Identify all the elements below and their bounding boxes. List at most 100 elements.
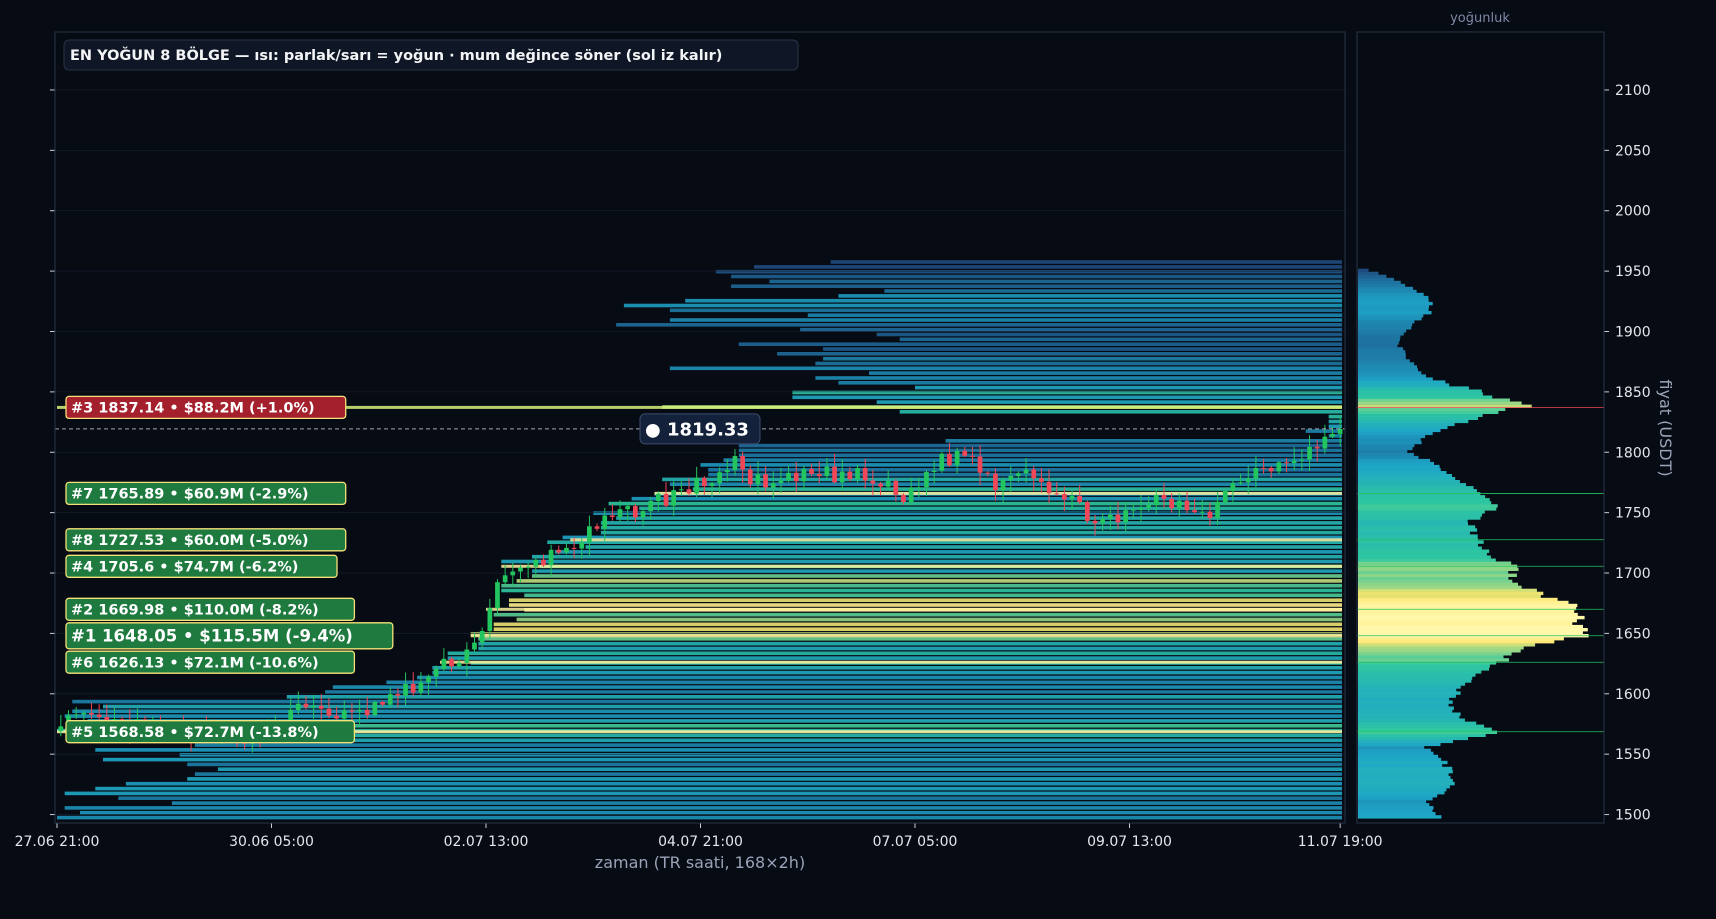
density-bar bbox=[1358, 712, 1461, 716]
density-bar bbox=[1358, 760, 1448, 765]
candle-body bbox=[1161, 494, 1167, 499]
candle-body bbox=[778, 480, 784, 484]
density-bar bbox=[1358, 362, 1415, 366]
density-bar bbox=[1358, 806, 1434, 810]
candle-body bbox=[1138, 507, 1144, 510]
y-tick-label: 1700 bbox=[1615, 566, 1651, 582]
zone-trace-line bbox=[570, 538, 1342, 542]
density-bar bbox=[1358, 480, 1460, 484]
density-bar bbox=[1358, 682, 1466, 686]
density-bar bbox=[1358, 797, 1433, 801]
heat-band bbox=[807, 313, 1343, 317]
density-bar bbox=[1358, 474, 1452, 478]
density-bar bbox=[1358, 407, 1506, 411]
heat-band bbox=[179, 753, 1343, 757]
candle-body bbox=[916, 487, 922, 489]
density-bar bbox=[1358, 676, 1473, 680]
heat-band bbox=[325, 690, 1343, 694]
density-bar bbox=[1358, 510, 1485, 514]
candle-body bbox=[1314, 446, 1320, 449]
density-bar bbox=[1358, 718, 1465, 722]
density-bar bbox=[1358, 392, 1483, 396]
heat-band bbox=[738, 443, 1342, 448]
x-tick-label: 27.06 21:00 bbox=[15, 834, 100, 850]
zone-label-text: #7 1765.89 • $60.9M (-2.9%) bbox=[71, 487, 309, 503]
heat-band bbox=[876, 332, 1342, 337]
candle-body bbox=[372, 702, 378, 716]
heat-band bbox=[64, 714, 1343, 718]
heat-band bbox=[823, 356, 1342, 361]
candle-body bbox=[1261, 467, 1266, 469]
heat-band bbox=[639, 506, 1342, 511]
density-bar bbox=[1358, 775, 1451, 780]
density-bar bbox=[1358, 646, 1524, 650]
heat-band bbox=[731, 284, 1342, 288]
density-bar bbox=[1358, 371, 1422, 375]
candle-body bbox=[518, 567, 523, 572]
density-bar bbox=[1358, 745, 1425, 750]
candle-body bbox=[1330, 433, 1335, 437]
heat-band bbox=[800, 327, 1342, 332]
candle-body bbox=[1115, 514, 1121, 523]
candle-body bbox=[1123, 510, 1128, 523]
candle-body bbox=[1062, 494, 1067, 500]
heat-band bbox=[715, 269, 1342, 274]
density-bar bbox=[1358, 320, 1415, 324]
density-bar bbox=[1358, 552, 1487, 556]
density-bar bbox=[1358, 727, 1492, 731]
candle-body bbox=[847, 471, 853, 480]
density-bar bbox=[1358, 546, 1482, 550]
heat-band bbox=[217, 767, 1342, 771]
current-price-value: ● 1819.33 bbox=[645, 419, 749, 440]
candle-body bbox=[564, 547, 569, 553]
density-bar bbox=[1358, 730, 1497, 734]
candle-body bbox=[1092, 520, 1098, 524]
density-bar bbox=[1358, 353, 1406, 357]
heat-band bbox=[616, 323, 1342, 327]
candle-body bbox=[770, 483, 776, 488]
candle-body bbox=[1291, 460, 1297, 463]
candle-body bbox=[311, 705, 316, 708]
density-bar bbox=[1358, 649, 1521, 653]
density-bar bbox=[1358, 356, 1406, 360]
heat-band bbox=[286, 695, 1342, 699]
density-bar bbox=[1358, 314, 1424, 318]
density-bar bbox=[1358, 763, 1443, 768]
candle-body bbox=[1153, 494, 1159, 506]
density-bar bbox=[1358, 658, 1509, 662]
heat-band bbox=[792, 390, 1342, 395]
heat-band bbox=[600, 521, 1342, 525]
density-bar bbox=[1358, 664, 1490, 668]
density-bar bbox=[1358, 815, 1442, 819]
candle-body bbox=[73, 714, 79, 716]
candle-body bbox=[81, 713, 87, 715]
density-bar bbox=[1358, 440, 1422, 445]
candle-body bbox=[747, 469, 753, 485]
candle-body bbox=[694, 477, 699, 494]
y-tick-label: 1600 bbox=[1615, 687, 1651, 703]
candle-body bbox=[1176, 500, 1182, 509]
candle-body bbox=[686, 489, 692, 494]
density-bar bbox=[1358, 757, 1442, 762]
heat-band bbox=[731, 274, 1342, 279]
density-bar bbox=[1358, 495, 1486, 499]
candle-body bbox=[502, 575, 508, 583]
candle-body bbox=[924, 472, 929, 488]
heat-band bbox=[194, 772, 1342, 776]
candle-body bbox=[1100, 518, 1105, 524]
density-bar bbox=[1358, 588, 1537, 593]
heat-band bbox=[509, 598, 1342, 602]
candle-body bbox=[303, 703, 309, 708]
candle-body bbox=[878, 483, 883, 487]
candle-body bbox=[824, 466, 830, 477]
chart-stage: 1500 1550 1600 1650 1700 1750 1800 1850 1900 1950… bbox=[0, 0, 1716, 915]
y-tick-label: 1850 bbox=[1615, 385, 1651, 401]
candle-body bbox=[1069, 495, 1075, 500]
density-bar bbox=[1358, 437, 1421, 442]
heat-band bbox=[823, 347, 1342, 351]
heat-band bbox=[72, 709, 1342, 714]
density-bar bbox=[1358, 742, 1441, 747]
candle-body bbox=[449, 658, 454, 667]
density-bar bbox=[1358, 446, 1413, 451]
density-bar bbox=[1358, 724, 1485, 728]
